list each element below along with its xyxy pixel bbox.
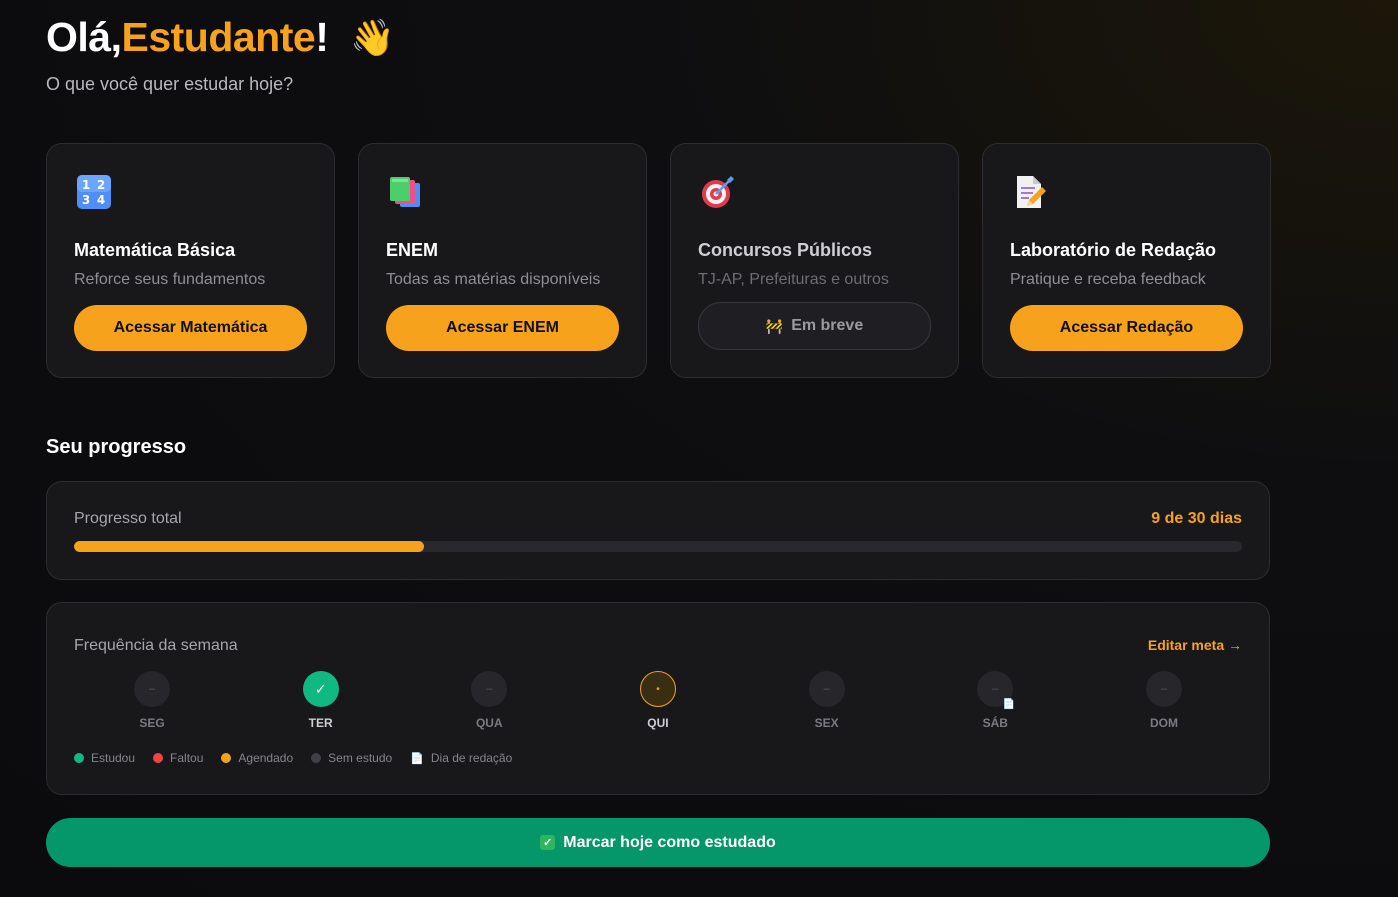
day-sex[interactable]: – SEX xyxy=(807,671,847,730)
em-breve-button: 🚧 Em breve xyxy=(698,302,931,350)
day-name: SEX xyxy=(814,716,839,730)
acessar-redacao-button[interactable]: Acessar Redação xyxy=(1010,305,1243,351)
books-icon xyxy=(386,172,426,212)
progress-card: Progresso total 9 de 30 dias xyxy=(46,481,1270,580)
legend-dia-redacao: 📄 Dia de redação xyxy=(410,751,512,765)
legend-sem-estudo: Sem estudo xyxy=(311,751,392,765)
progress-bar xyxy=(74,541,1242,552)
day-status-dot: • xyxy=(639,671,676,707)
greeting-prefix: Olá, xyxy=(46,14,122,60)
legend-label: Dia de redação xyxy=(430,751,513,765)
greeting-suffix: ! xyxy=(315,14,329,60)
card-redacao: Laboratório de Redação Pratique e receba… xyxy=(982,143,1271,378)
card-title: Laboratório de Redação xyxy=(1010,240,1217,260)
day-name: TER xyxy=(308,716,333,730)
legend-estudou: Estudou xyxy=(74,751,135,765)
legend-swatch xyxy=(311,753,322,763)
day-name: SEG xyxy=(139,716,165,730)
day-status-dot: – xyxy=(1145,671,1182,707)
card-concursos: Concursos Públicos TJ-AP, Prefeituras e … xyxy=(670,143,959,378)
card-title: Matemática Básica xyxy=(74,240,236,260)
legend-swatch xyxy=(221,753,232,763)
legend-swatch xyxy=(153,753,164,763)
weekly-frequency-card: Frequência da semana Editar meta → – SEG… xyxy=(46,602,1270,795)
day-status-dot: – xyxy=(134,671,170,707)
legend-label: Sem estudo xyxy=(328,751,393,765)
day-sab[interactable]: – 📄 SÁB xyxy=(975,671,1015,730)
legend-label: Estudou xyxy=(91,751,136,765)
card-title: Concursos Públicos xyxy=(698,240,873,260)
waving-hand-icon: 👋 xyxy=(350,16,395,58)
day-status-dot: – xyxy=(471,671,508,707)
legend-label: Agendado xyxy=(238,751,294,765)
cta-label: Marcar hoje como estudado xyxy=(563,833,776,851)
card-enem: ENEM Todas as matérias disponíveis Acess… xyxy=(358,143,647,378)
em-breve-label: Em breve xyxy=(791,317,864,334)
course-cards: 1 2 3 4 Matemática Básica Reforce seus f… xyxy=(46,143,1271,378)
day-name: SÁB xyxy=(982,716,1008,730)
day-name: QUI xyxy=(647,716,669,730)
page-subtitle: O que você quer estudar hoje? xyxy=(46,74,294,94)
numbers-icon: 1 2 3 4 xyxy=(74,172,114,212)
acessar-matematica-button[interactable]: Acessar Matemática xyxy=(74,305,307,351)
essay-day-icon: 📄 xyxy=(1002,699,1016,710)
legend-faltou: Faltou xyxy=(153,751,203,765)
mark-today-studied-button[interactable]: ✓ Marcar hoje como estudado xyxy=(46,818,1270,867)
day-status-dot: – xyxy=(808,671,845,707)
card-description: Todas as matérias disponíveis xyxy=(386,271,601,288)
edit-goal-link[interactable]: Editar meta → xyxy=(1148,637,1242,653)
document-pencil-icon xyxy=(1010,172,1050,212)
svg-text:4: 4 xyxy=(97,193,105,207)
legend-swatch xyxy=(74,753,84,763)
checkbox-icon: ✓ xyxy=(540,835,556,850)
day-status-dot: ✓ xyxy=(302,671,339,707)
day-qua[interactable]: – QUA xyxy=(469,671,509,730)
week-days: – SEG ✓ TER – QUA • QUI – SEX – 📄 SÁB – xyxy=(74,671,1242,730)
progress-count: 9 de 30 dias xyxy=(1151,510,1242,527)
day-ter[interactable]: ✓ TER xyxy=(301,671,341,730)
target-icon xyxy=(698,172,738,212)
legend-agendado: Agendado xyxy=(221,751,293,765)
day-status-symbol: – xyxy=(992,683,999,695)
day-name: QUA xyxy=(475,716,503,730)
card-title: ENEM xyxy=(386,240,439,260)
card-description: Pratique e receba feedback xyxy=(1010,271,1206,288)
greeting-heading: Olá, Estudante ! 👋 xyxy=(46,14,395,61)
svg-text:1: 1 xyxy=(82,178,90,192)
legend-label: Faltou xyxy=(170,751,204,765)
acessar-enem-button[interactable]: Acessar ENEM xyxy=(386,305,619,351)
day-seg[interactable]: – SEG xyxy=(132,671,172,730)
day-dom[interactable]: – DOM xyxy=(1144,671,1184,730)
day-status-dot: – 📄 xyxy=(977,671,1016,710)
card-description: TJ-AP, Prefeituras e outros xyxy=(698,271,889,288)
progress-section-title: Seu progresso xyxy=(46,436,187,458)
student-name: Estudante xyxy=(121,14,316,60)
day-qui[interactable]: • QUI xyxy=(638,671,678,730)
day-name: DOM xyxy=(1149,716,1178,730)
document-icon: 📄 xyxy=(410,752,424,765)
svg-text:2: 2 xyxy=(97,178,105,192)
frequency-legend: Estudou Faltou Agendado Sem estudo 📄 Dia… xyxy=(74,751,512,765)
card-description: Reforce seus fundamentos xyxy=(74,271,266,288)
frequency-label: Frequência da semana xyxy=(74,637,238,654)
card-matematica: 1 2 3 4 Matemática Básica Reforce seus f… xyxy=(46,143,335,378)
progress-label: Progresso total xyxy=(74,510,182,527)
construction-icon: 🚧 xyxy=(765,317,784,334)
svg-text:3: 3 xyxy=(82,193,90,207)
progress-bar-fill xyxy=(74,541,425,552)
